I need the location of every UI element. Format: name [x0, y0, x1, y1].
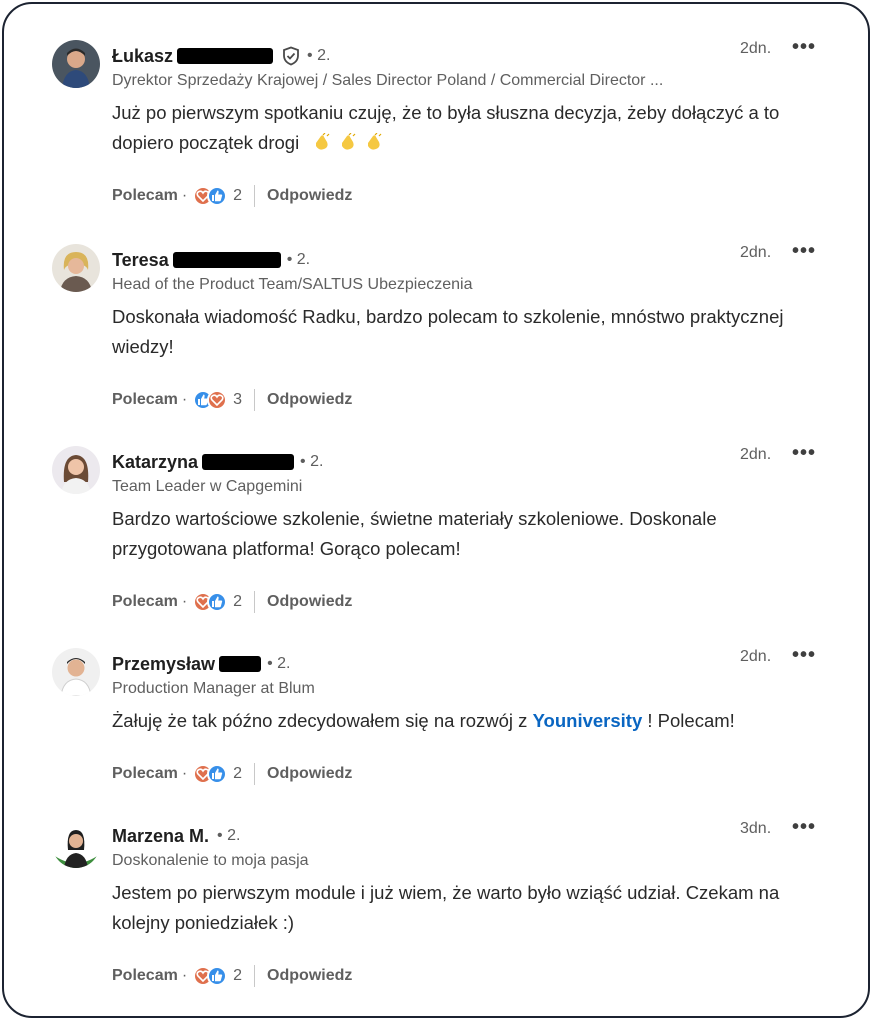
like-reaction-icon — [207, 592, 228, 612]
author-row: Łukasz • 2. — [112, 44, 330, 68]
redacted-surname — [172, 252, 281, 268]
clapping-hands-icon — [312, 130, 332, 150]
avatar[interactable] — [52, 648, 100, 696]
recommend-button[interactable]: Polecam — [112, 391, 178, 409]
comment-text: Doskonała wiadomość Radku, bardzo poleca… — [112, 302, 832, 362]
separator-dot: · — [181, 391, 188, 408]
connection-degree: • 2. — [300, 453, 324, 470]
more-options-icon[interactable]: ••• — [792, 240, 816, 263]
reaction-count[interactable]: 2 — [233, 187, 242, 205]
comment-time: 2dn. — [740, 648, 772, 665]
reactions[interactable] — [193, 390, 228, 410]
reply-button[interactable]: Odpowiedz — [267, 967, 352, 985]
like-reaction-icon — [207, 764, 228, 784]
reaction-count[interactable]: 2 — [233, 765, 242, 783]
author-row: Marzena M. • 2. — [112, 824, 240, 848]
connection-degree: • 2. — [267, 655, 291, 672]
comment-text-main: Bardzo wartościowe szkolenie, świetne ma… — [112, 508, 717, 559]
divider — [254, 763, 256, 785]
comment-time: 2dn. — [740, 244, 772, 261]
recommend-button[interactable]: Polecam — [112, 187, 178, 205]
comment-text-main: Jestem po pierwszym module i już wiem, ż… — [112, 882, 780, 933]
reply-button[interactable]: Odpowiedz — [267, 593, 352, 611]
reactions[interactable] — [193, 966, 228, 986]
author-headline: Head of the Product Team/SALTUS Ubezpiec… — [112, 276, 473, 293]
reply-button[interactable]: Odpowiedz — [267, 187, 352, 205]
comment-time: 3dn. — [740, 820, 772, 837]
reaction-count[interactable]: 2 — [233, 967, 242, 985]
comment-actions: Polecam · 2 Odpowiedz — [112, 184, 352, 208]
reply-button[interactable]: Odpowiedz — [267, 765, 352, 783]
divider — [254, 965, 256, 987]
author-name[interactable]: Teresa — [112, 250, 169, 271]
author-row: Przemysław • 2. — [112, 652, 290, 676]
clapping-hands-icon — [364, 130, 384, 150]
avatar[interactable] — [52, 820, 100, 868]
comment-text: Bardzo wartościowe szkolenie, świetne ma… — [112, 504, 832, 564]
comment-time: 2dn. — [740, 446, 772, 463]
more-options-icon[interactable]: ••• — [792, 36, 816, 59]
reactions[interactable] — [193, 592, 228, 612]
separator-dot: · — [181, 967, 188, 984]
comment-text: Już po pierwszym spotkaniu czuję, że to … — [112, 98, 832, 158]
comment-text-main: Doskonała wiadomość Radku, bardzo poleca… — [112, 306, 784, 357]
comment-text: Żałuję że tak późno zdecydowałem się na … — [112, 706, 832, 736]
separator-dot: · — [181, 187, 188, 204]
divider — [254, 389, 256, 411]
comment-text-main: Żałuję że tak późno zdecydowałem się na … — [112, 710, 533, 731]
author-headline: Dyrektor Sprzedaży Krajowej / Sales Dire… — [112, 72, 664, 89]
separator-dot: · — [181, 765, 188, 782]
reactions[interactable] — [193, 764, 228, 784]
author-headline: Doskonalenie to moja pasja — [112, 852, 309, 869]
comment-time: 2dn. — [740, 40, 772, 57]
comment-actions: Polecam · 3 Odpowiedz — [112, 388, 352, 412]
more-options-icon[interactable]: ••• — [792, 816, 816, 839]
reaction-count[interactable]: 3 — [233, 391, 242, 409]
author-headline: Team Leader w Capgemini — [112, 478, 303, 495]
author-headline: Production Manager at Blum — [112, 680, 315, 697]
author-name[interactable]: Łukasz — [112, 46, 173, 67]
connection-degree: • 2. — [307, 47, 331, 64]
connection-degree: • 2. — [217, 827, 241, 844]
redacted-surname — [202, 454, 295, 470]
redacted-surname — [177, 48, 274, 64]
author-name[interactable]: Marzena M. — [112, 826, 209, 847]
author-name[interactable]: Przemysław — [112, 654, 215, 675]
comment-actions: Polecam · 2 Odpowiedz — [112, 590, 352, 614]
author-name[interactable]: Katarzyna — [112, 452, 198, 473]
author-row: Teresa • 2. — [112, 248, 310, 272]
like-reaction-icon — [207, 186, 228, 206]
comment-text-main: Już po pierwszym spotkaniu czuję, że to … — [112, 102, 780, 153]
like-reaction-icon — [207, 966, 228, 986]
comment-actions: Polecam · 2 Odpowiedz — [112, 964, 352, 988]
recommend-button[interactable]: Polecam — [112, 765, 178, 783]
redacted-surname — [219, 656, 262, 672]
avatar[interactable] — [52, 244, 100, 292]
company-mention-link[interactable]: Youniversity — [533, 710, 643, 731]
separator-dot: · — [181, 593, 188, 610]
comments-panel: Łukasz • 2. Dyrektor Sprzedaży Krajowej … — [2, 2, 870, 1018]
more-options-icon[interactable]: ••• — [792, 442, 816, 465]
reactions[interactable] — [193, 186, 228, 206]
avatar[interactable] — [52, 446, 100, 494]
comment-text-tail: ! Polecam! — [642, 710, 735, 731]
connection-degree: • 2. — [286, 251, 311, 268]
verified-shield-icon — [281, 46, 301, 66]
more-options-icon[interactable]: ••• — [792, 644, 816, 667]
reply-button[interactable]: Odpowiedz — [267, 391, 352, 409]
love-reaction-icon — [207, 390, 228, 410]
avatar[interactable] — [52, 40, 100, 88]
comment-text: Jestem po pierwszym module i już wiem, ż… — [112, 878, 832, 938]
reaction-count[interactable]: 2 — [233, 593, 242, 611]
divider — [254, 185, 256, 207]
author-row: Katarzyna • 2. — [112, 450, 323, 474]
recommend-button[interactable]: Polecam — [112, 967, 178, 985]
clapping-hands-icon — [338, 130, 358, 150]
comment-actions: Polecam · 2 Odpowiedz — [112, 762, 352, 786]
divider — [254, 591, 256, 613]
recommend-button[interactable]: Polecam — [112, 593, 178, 611]
